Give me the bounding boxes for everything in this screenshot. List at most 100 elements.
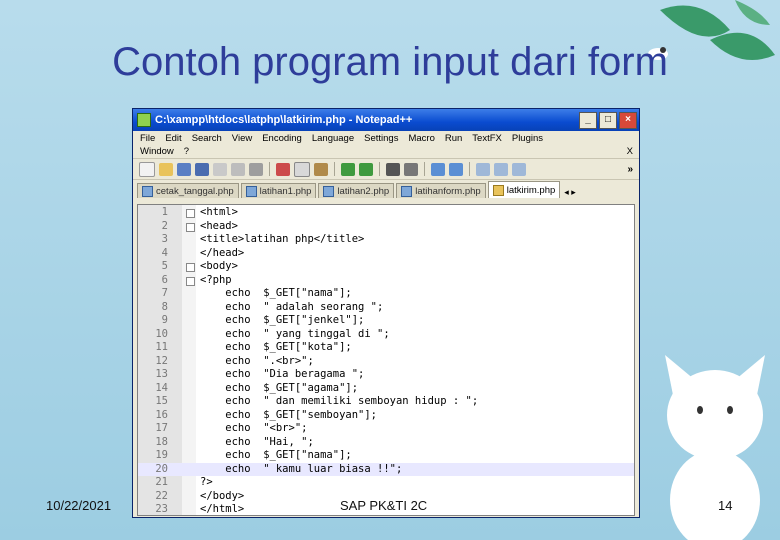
fold-toggle-icon[interactable] xyxy=(186,209,195,218)
menu-plugins[interactable]: Plugins xyxy=(507,133,548,144)
menu-encoding[interactable]: Encoding xyxy=(257,133,307,144)
code-text: ?> xyxy=(200,476,213,488)
code-line[interactable]: 3 <title>latihan php</title> xyxy=(138,233,634,247)
line-number: 20 xyxy=(155,462,168,475)
menu-search[interactable]: Search xyxy=(187,133,227,144)
line-number: 7 xyxy=(161,287,168,299)
find-icon[interactable] xyxy=(386,162,400,176)
menu-bar-row2: Window ? X xyxy=(133,145,639,158)
line-number: 15 xyxy=(155,395,168,407)
open-file-icon[interactable] xyxy=(159,162,173,176)
code-line[interactable]: 8 echo " adalah seorang "; xyxy=(138,301,634,315)
window-title: C:\xampp\htdocs\latphp\latkirim.php - No… xyxy=(155,114,413,126)
show-all-chars-icon[interactable] xyxy=(512,162,526,176)
cut-icon[interactable] xyxy=(276,162,290,176)
code-text: echo " kamu luar biasa !!"; xyxy=(200,462,403,475)
save-all-icon[interactable] xyxy=(195,162,209,176)
menu-window[interactable]: Window xyxy=(135,146,179,157)
code-line[interactable]: 5 <body> xyxy=(138,260,634,274)
code-text: <body> xyxy=(200,260,238,272)
fold-toggle-icon[interactable] xyxy=(186,263,195,272)
menu-run[interactable]: Run xyxy=(440,133,467,144)
code-text: <html> xyxy=(200,206,238,218)
code-line[interactable]: 21 ?> xyxy=(138,476,634,490)
code-line[interactable]: 18 echo "Hai, "; xyxy=(138,436,634,450)
save-icon[interactable] xyxy=(177,162,191,176)
code-line[interactable]: 19 echo $_GET["nama"]; xyxy=(138,449,634,463)
code-line[interactable]: 11 echo $_GET["kota"]; xyxy=(138,341,634,355)
menu-edit[interactable]: Edit xyxy=(160,133,186,144)
minimize-button[interactable]: _ xyxy=(579,111,597,129)
menu-view[interactable]: View xyxy=(227,133,257,144)
sync-scroll-icon[interactable] xyxy=(476,162,490,176)
tab-cetak-tanggal[interactable]: cetak_tanggal.php xyxy=(137,183,239,198)
code-text: echo $_GET["agama"]; xyxy=(200,381,359,394)
code-text: echo "Hai, "; xyxy=(200,435,314,448)
code-line[interactable]: 4 </head> xyxy=(138,247,634,261)
code-line[interactable]: 1 <html> xyxy=(138,206,634,220)
toolbar-separator xyxy=(334,162,335,176)
code-line[interactable]: 9 echo $_GET["jenkel"]; xyxy=(138,314,634,328)
line-number: 13 xyxy=(155,368,168,380)
code-line[interactable]: 10 echo " yang tinggal di "; xyxy=(138,328,634,342)
menu-language[interactable]: Language xyxy=(307,133,359,144)
file-icon xyxy=(401,185,413,197)
close-all-icon[interactable] xyxy=(231,162,245,176)
code-line[interactable]: 16 echo $_GET["semboyan"]; xyxy=(138,409,634,423)
word-wrap-icon[interactable] xyxy=(494,162,508,176)
copy-icon[interactable] xyxy=(294,161,310,177)
code-line[interactable]: 20 echo " kamu luar biasa !!"; xyxy=(138,462,634,476)
code-text: echo $_GET["kota"]; xyxy=(200,341,352,353)
code-line[interactable]: 7 echo $_GET["nama"]; xyxy=(138,287,634,301)
code-text: echo $_GET["jenkel"]; xyxy=(200,314,365,326)
tab-latihan2[interactable]: latihan2.php xyxy=(318,183,395,198)
menu-file[interactable]: File xyxy=(135,133,160,144)
menu-macro[interactable]: Macro xyxy=(403,133,439,144)
code-line[interactable]: 15 echo " dan memiliki semboyan hidup : … xyxy=(138,395,634,409)
close-button[interactable]: × xyxy=(619,111,637,129)
line-number: 14 xyxy=(155,381,168,394)
code-line[interactable]: 14 echo $_GET["agama"]; xyxy=(138,382,634,396)
code-lines: 1 <html> 2 <head> 3 <title>latihan php</title… xyxy=(138,206,634,515)
menu-help[interactable]: ? xyxy=(179,146,194,157)
code-editor[interactable]: 1 <html> 2 <head> 3 <title>latihan php</title… xyxy=(137,204,635,516)
fold-toggle-icon[interactable] xyxy=(186,276,195,286)
tab-latihanform[interactable]: latihanform.php xyxy=(396,183,486,198)
replace-icon[interactable] xyxy=(404,162,418,176)
toolbar-overflow-icon[interactable]: » xyxy=(627,164,633,175)
tab-scroll-arrows[interactable]: ◂ ▸ xyxy=(564,187,576,198)
tab-latihan1[interactable]: latihan1.php xyxy=(240,183,317,198)
zoom-in-icon[interactable] xyxy=(431,162,445,176)
code-line[interactable]: 2 <head> xyxy=(138,220,634,234)
tab-bar: cetak_tanggal.php latihan1.php latihan2.… xyxy=(133,180,639,198)
toolbar-separator xyxy=(379,162,380,176)
title-bar[interactable]: C:\xampp\htdocs\latphp\latkirim.php - No… xyxy=(133,109,639,131)
menu-settings[interactable]: Settings xyxy=(359,133,403,144)
code-text: echo ".<br>"; xyxy=(200,354,314,367)
code-text: <head> xyxy=(200,219,238,232)
close-file-icon[interactable] xyxy=(213,162,227,176)
menu-textfx[interactable]: TextFX xyxy=(467,133,507,144)
code-line[interactable]: 12 echo ".<br>"; xyxy=(138,355,634,369)
file-icon xyxy=(142,185,153,197)
line-number: 5 xyxy=(161,260,168,272)
fold-toggle-icon[interactable] xyxy=(186,222,195,232)
undo-icon[interactable] xyxy=(341,162,355,176)
redo-icon[interactable] xyxy=(359,162,373,176)
footer-course: SAP PK&TI 2C xyxy=(340,498,428,513)
footer-date: 10/22/2021 xyxy=(46,498,112,513)
line-number: 4 xyxy=(161,246,168,259)
notepad-window[interactable]: C:\xampp\htdocs\latphp\latkirim.php - No… xyxy=(132,108,640,518)
code-line[interactable]: 13 echo "Dia beragama "; xyxy=(138,368,634,382)
print-icon[interactable] xyxy=(249,162,263,176)
paste-icon[interactable] xyxy=(314,162,328,176)
code-text: echo $_GET["nama"]; xyxy=(200,449,352,461)
code-line[interactable]: 17 echo "<br>"; xyxy=(138,422,634,436)
file-icon xyxy=(245,185,257,197)
new-file-icon[interactable] xyxy=(139,161,155,177)
code-line[interactable]: 6 <?php xyxy=(138,274,634,288)
zoom-out-icon[interactable] xyxy=(449,162,463,176)
document-close-button[interactable]: X xyxy=(622,146,639,157)
tab-latkirim[interactable]: latkirim.php xyxy=(487,181,561,198)
maximize-button[interactable]: □ xyxy=(599,111,617,129)
